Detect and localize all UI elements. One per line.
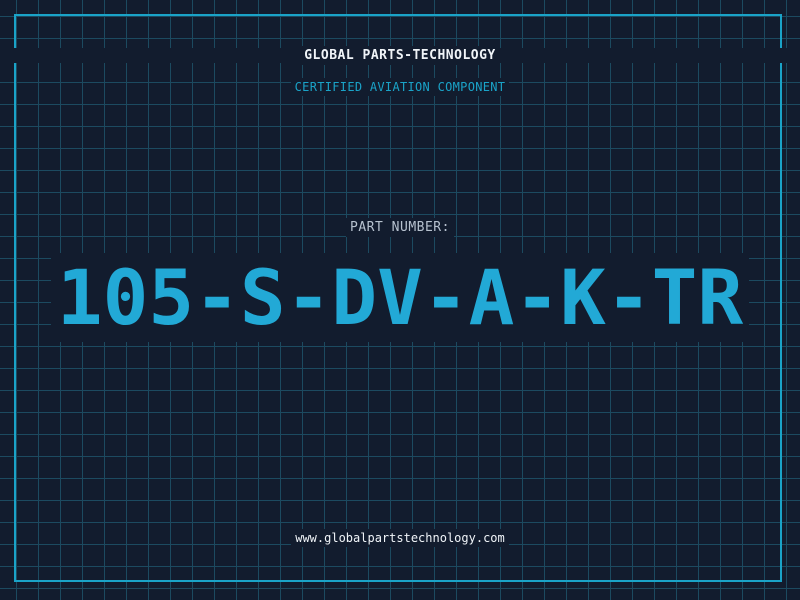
part-number-value: 105-S-DV-A-K-TR [50,253,750,342]
part-number: 105-S-DV-A-K-TR [0,253,800,342]
certification-subtitle-text: CERTIFIED AVIATION COMPONENT [290,78,510,96]
part-number-label: PART NUMBER: [0,218,800,237]
company-name: GLOBAL PARTS-TECHNOLOGY [0,46,800,65]
company-name-text: GLOBAL PARTS-TECHNOLOGY [300,46,500,65]
certification-subtitle: CERTIFIED AVIATION COMPONENT [0,78,800,96]
website-url: www.globalpartstechnology.com [0,529,800,547]
website-url-text: www.globalpartstechnology.com [291,529,509,547]
part-number-label-text: PART NUMBER: [346,218,454,237]
